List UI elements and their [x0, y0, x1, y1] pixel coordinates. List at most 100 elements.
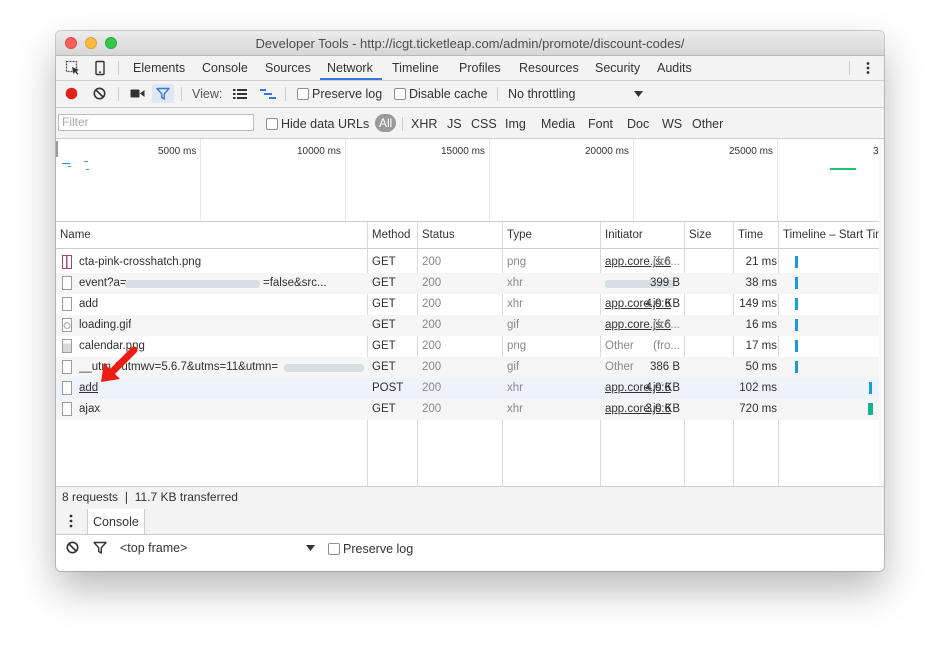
throttling-select[interactable]: No throttling — [502, 83, 650, 104]
preserve-log-label: Preserve log — [312, 87, 383, 101]
tab-network[interactable]: Network — [327, 61, 373, 75]
overview-waterfall-icon[interactable] — [260, 88, 276, 100]
timeline-bar — [868, 403, 873, 415]
request-row[interactable]: event?a= =false&src... GET 200 xhr 399 B 38 ms — [56, 273, 884, 294]
chevron-down-icon — [634, 91, 643, 97]
timeline-bar — [795, 319, 798, 331]
overview-range-handle[interactable] — [56, 141, 58, 157]
capture-screenshots-icon[interactable] — [130, 88, 145, 99]
tab-drawer-console[interactable]: Console — [87, 509, 145, 534]
filter-bar: Filter Hide data URLs All XHR JS CSS Img… — [56, 108, 884, 139]
request-status: 200 — [422, 256, 442, 268]
clear-console-icon[interactable] — [66, 541, 79, 554]
request-type: gif — [507, 319, 520, 331]
type-filter-font[interactable]: Font — [588, 117, 613, 131]
request-name: loading.gif — [79, 319, 132, 331]
tab-timeline[interactable]: Timeline — [392, 61, 439, 75]
request-row[interactable]: __utm ?utmwv=5.6.7&utms=11&utmn= GET 200 gif… — [56, 357, 884, 378]
column-header-size[interactable]: Size — [689, 229, 711, 241]
view-label: View: — [192, 87, 223, 101]
timeline-bar — [795, 340, 798, 352]
request-size: (fro... — [653, 340, 680, 352]
request-size: 4.0 KB — [645, 298, 680, 310]
request-name: cta-pink-crosshatch.png — [79, 256, 202, 268]
large-rows-icon[interactable] — [233, 88, 247, 100]
filter-icon — [156, 87, 170, 100]
devtools-window: Developer Tools - http://icgt.ticketleap… — [56, 31, 884, 571]
type-filter-js[interactable]: JS — [447, 117, 462, 131]
device-mode-icon[interactable] — [92, 60, 108, 76]
toolbar-divider — [402, 117, 403, 131]
column-header-method[interactable]: Method — [372, 229, 410, 241]
drawer-menu-icon[interactable] — [65, 513, 77, 529]
type-filter-img[interactable]: Img — [505, 117, 526, 131]
type-filter-all[interactable]: All — [375, 114, 397, 132]
throttling-value: No throttling — [508, 87, 576, 101]
request-size: 399 B — [649, 277, 680, 289]
inspect-element-icon[interactable] — [65, 60, 81, 76]
console-filter-icon[interactable] — [93, 541, 107, 554]
disable-cache-checkbox[interactable] — [394, 88, 406, 100]
request-row[interactable]: cta-pink-crosshatch.png GET 200 png app.core… — [56, 252, 884, 273]
preserve-log-checkbox[interactable] — [297, 88, 309, 100]
type-filter-media[interactable]: Media — [541, 117, 575, 131]
filter-placeholder: Filter — [62, 115, 89, 129]
overview-scrollbar[interactable] — [879, 139, 884, 487]
column-header-timeline[interactable]: Timeline – Start Tim — [783, 229, 884, 241]
more-options-icon[interactable] — [860, 60, 876, 76]
request-row[interactable]: add GET 200 xhr app.core.js:6 4.0 KB 149 ms — [56, 294, 884, 315]
tab-sources[interactable]: Sources — [265, 61, 311, 75]
type-filter-other[interactable]: Other — [692, 117, 723, 131]
console-preserve-log-checkbox[interactable] — [328, 543, 340, 555]
type-filter-ws[interactable]: WS — [662, 117, 682, 131]
timeline-bar — [795, 277, 798, 289]
annotation-arrow-icon — [101, 346, 138, 382]
request-method: GET — [372, 361, 396, 373]
type-filter-css[interactable]: CSS — [471, 117, 497, 131]
overview-tick-label: 25000 ms — [729, 146, 773, 157]
type-filter-doc[interactable]: Doc — [627, 117, 649, 131]
request-row[interactable]: calendar.png GET 200 png Other (fro... 17 ms — [56, 336, 884, 357]
request-initiator[interactable]: Other — [605, 340, 634, 352]
filter-toggle-button[interactable] — [152, 84, 174, 103]
request-initiator[interactable]: Other — [605, 361, 634, 373]
column-header-time[interactable]: Time — [738, 229, 763, 241]
column-header-initiator[interactable]: Initiator — [605, 229, 643, 241]
request-row[interactable]: add POST 200 xhr app.core.js:6 4.0 KB 102 ms — [56, 378, 884, 399]
toolbar-divider — [181, 87, 182, 101]
file-icon — [62, 381, 72, 395]
column-header-name[interactable]: Name — [60, 229, 91, 241]
disable-cache-label: Disable cache — [409, 87, 488, 101]
request-type: xhr — [507, 403, 523, 415]
tab-elements[interactable]: Elements — [133, 61, 185, 75]
request-type: gif — [507, 361, 520, 373]
timeline-bar — [869, 382, 872, 394]
filter-input[interactable]: Filter — [58, 114, 254, 131]
request-row[interactable]: ajax GET 200 xhr app.core.js:6 3.0 KB 720 ms — [56, 399, 884, 420]
tab-profiles[interactable]: Profiles — [459, 61, 501, 75]
console-preserve-log-label: Preserve log — [343, 542, 414, 556]
drawer-console-label: Console — [93, 515, 139, 529]
record-icon[interactable] — [65, 87, 78, 100]
file-icon — [62, 360, 72, 374]
request-type: png — [507, 340, 527, 352]
context-value: <top frame> — [120, 541, 188, 555]
tab-console[interactable]: Console — [202, 61, 248, 75]
tab-resources[interactable]: Resources — [519, 61, 579, 75]
tab-audits[interactable]: Audits — [657, 61, 692, 75]
column-header-type[interactable]: Type — [507, 229, 532, 241]
request-status: 200 — [422, 340, 442, 352]
network-overview[interactable]: 5000 ms 10000 ms 15000 ms 20000 ms 25000… — [56, 139, 884, 222]
column-header-status[interactable]: Status — [422, 229, 455, 241]
context-select[interactable]: <top frame> — [116, 538, 321, 557]
request-row[interactable]: loading.gif GET 200 gif app.core.js:6 (fro...… — [56, 315, 884, 336]
panel-tabs-bar: Elements Console Sources Network Timelin… — [56, 56, 884, 81]
console-toolbar: <top frame> Preserve log — [56, 535, 884, 559]
overview-request-bar — [86, 169, 89, 170]
hide-data-urls-checkbox[interactable] — [266, 118, 278, 130]
type-filter-xhr[interactable]: XHR — [411, 117, 437, 131]
clear-icon[interactable] — [93, 87, 106, 100]
request-name: event?a= — [79, 277, 127, 289]
request-size: (fro... — [653, 319, 680, 331]
tab-security[interactable]: Security — [595, 61, 640, 75]
